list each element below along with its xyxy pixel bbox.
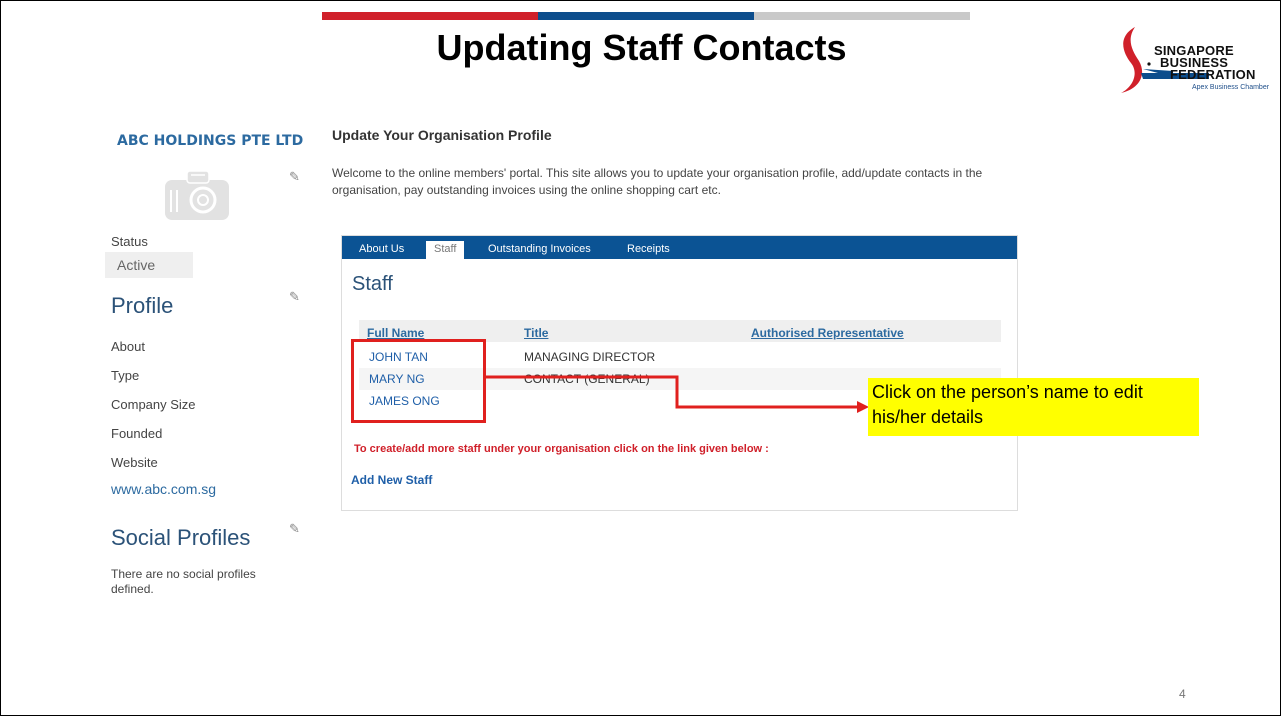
profile-item-company-size: Company Size — [111, 397, 196, 412]
profile-item-website: Website — [111, 455, 158, 470]
arrow-right-icon — [485, 375, 869, 413]
camera-icon[interactable] — [163, 166, 231, 221]
page-heading: Update Your Organisation Profile — [332, 127, 552, 143]
staff-heading: Staff — [352, 273, 393, 295]
name-highlight-box — [351, 339, 486, 423]
company-name: ABC HOLDINGS PTE LTD — [117, 133, 304, 149]
slide: Updating Staff Contacts SINGAPORE BUSINE… — [0, 0, 1281, 716]
social-profiles-heading: Social Profiles — [111, 525, 251, 550]
column-title[interactable]: Title — [524, 326, 548, 340]
add-staff-note: To create/add more staff under your orga… — [354, 443, 769, 455]
instruction-callout: Click on the person’s name to edit his/h… — [868, 378, 1199, 436]
top-bar-blue — [538, 12, 754, 20]
social-profiles-note: There are no social profiles defined. — [111, 567, 256, 596]
pencil-icon[interactable]: ✎ — [289, 289, 300, 305]
tab-staff[interactable]: Staff — [426, 241, 465, 259]
tab-outstanding-invoices[interactable]: Outstanding Invoices — [488, 243, 591, 255]
tab-about-us[interactable]: About Us — [359, 243, 404, 255]
pencil-icon[interactable]: ✎ — [289, 521, 300, 537]
status-value: Active — [105, 252, 193, 278]
intro-text: Welcome to the online members' portal. T… — [332, 166, 983, 197]
sbf-logo: SINGAPORE BUSINESS FEDERATION Apex Busin… — [1113, 19, 1273, 99]
website-link[interactable]: www.abc.com.sg — [111, 481, 216, 497]
profile-item-type: Type — [111, 368, 140, 383]
status-label: Status — [111, 234, 148, 249]
profile-item-founded: Founded — [111, 426, 163, 441]
tab-receipts[interactable]: Receipts — [627, 243, 670, 255]
slide-title: Updating Staff Contacts — [436, 27, 847, 68]
logo-wordmark: SINGAPORE BUSINESS FEDERATION — [1154, 43, 1256, 82]
column-full-name[interactable]: Full Name — [367, 326, 424, 340]
tab-bar: About Us Staff Outstanding Invoices Rece… — [342, 236, 1017, 259]
top-bar-red — [322, 12, 538, 20]
profile-item-about: About — [111, 339, 145, 354]
top-bar-grey — [754, 12, 970, 20]
profile-heading: Profile — [111, 293, 174, 318]
slide-number: 4 — [1179, 687, 1186, 701]
pencil-icon[interactable]: ✎ — [289, 169, 300, 185]
logo-tagline: Apex Business Chamber — [1192, 84, 1270, 91]
staff-title: MANAGING DIRECTOR — [524, 350, 656, 364]
column-authorised-representative[interactable]: Authorised Representative — [751, 326, 904, 340]
add-new-staff-link[interactable]: Add New Staff — [351, 473, 432, 487]
